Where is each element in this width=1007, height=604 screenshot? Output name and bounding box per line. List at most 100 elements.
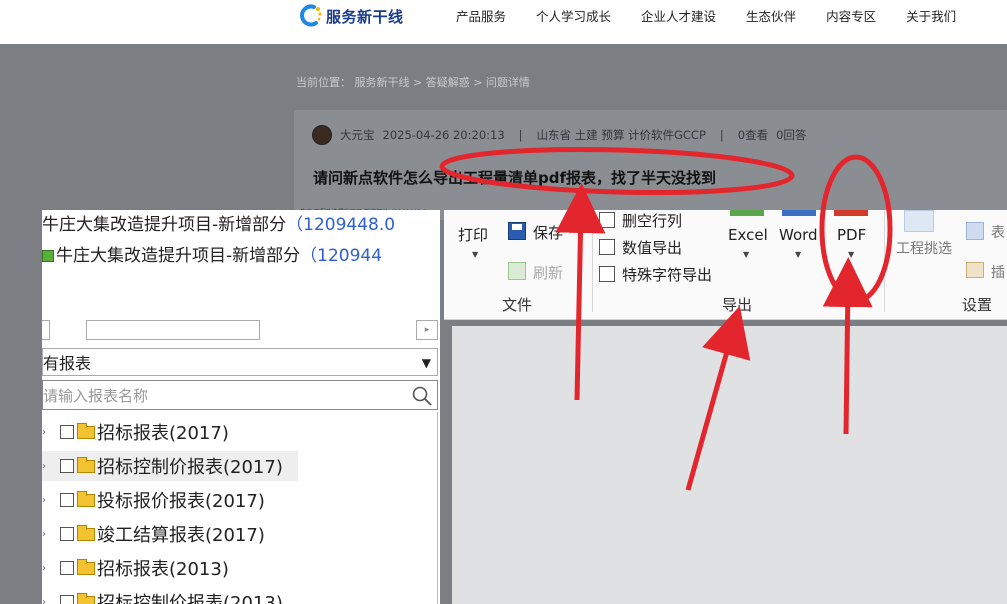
tree-checkbox[interactable] <box>60 493 74 507</box>
refresh-button[interactable]: 刷新 <box>533 262 563 283</box>
numeric-export-label: 数值导出 <box>622 239 683 257</box>
expand-arrow-icon[interactable]: › <box>42 597 56 604</box>
tree-item[interactable]: › 招标控制价报表(2013) <box>42 587 283 604</box>
tree-checkbox[interactable] <box>60 527 74 541</box>
main-menu: 产品服务 个人学习成长 企业人才建设 生态伙伴 内容专区 关于我们 <box>456 0 956 30</box>
project-name: 牛庄大集改造提升项目-新增部分 <box>56 246 301 266</box>
save-icon <box>508 222 526 240</box>
logo-text: 服务新干线 <box>326 7 404 26</box>
project-name-line-2[interactable]: 牛庄大集改造提升项目-新增部分（120944 <box>42 241 382 266</box>
tree-checkbox[interactable] <box>60 561 74 575</box>
answer-count: 0回答 <box>776 128 807 142</box>
export-excel-button[interactable]: Excel <box>728 226 768 244</box>
report-tree: › 招标报表(2017) › 招标控制价报表(2017) › 投标报价报表(2017)… <box>42 412 438 604</box>
meta-separator: | <box>719 128 724 142</box>
scroll-right-button[interactable]: ▸ <box>416 320 438 340</box>
pdf-dropdown-icon[interactable]: ▼ <box>848 250 854 259</box>
project-name-line-1[interactable]: 牛庄大集改造提升项目-新增部分（1209448.0 <box>42 210 395 235</box>
tree-checkbox[interactable] <box>60 459 74 473</box>
pdf-icon <box>834 210 868 216</box>
insert-icon <box>966 262 984 278</box>
tree-item-label: 竣工结算报表(2017) <box>97 525 265 546</box>
post-location-tags: 山东省 土建 预算 计价软件GCCP <box>536 128 706 142</box>
numeric-export-checkbox[interactable] <box>599 239 615 255</box>
delete-empty-rows-checkbox[interactable] <box>599 212 615 228</box>
print-dropdown-icon[interactable]: ▼ <box>472 250 478 259</box>
meta-separator: | <box>518 128 523 142</box>
report-search-input[interactable]: 请输入报表名称 <box>42 380 438 410</box>
expand-arrow-icon[interactable]: › <box>42 427 56 438</box>
nav-item-partners[interactable]: 生态伙伴 <box>746 6 796 25</box>
expand-arrow-icon[interactable]: › <box>42 495 56 506</box>
tree-item[interactable]: › 竣工结算报表(2017) <box>42 519 265 549</box>
post-datetime: 2025-04-26 20:20:13 <box>382 128 505 142</box>
report-filter-dropdown[interactable]: 有报表 ▼ <box>42 348 438 376</box>
group-label-export: 导出 <box>722 296 753 314</box>
group-label-file: 文件 <box>502 296 533 314</box>
tree-item-selected[interactable]: › 招标控制价报表(2017) <box>42 451 298 481</box>
project-code: （1209448.0 <box>286 215 396 235</box>
nav-item-content[interactable]: 内容专区 <box>826 6 876 25</box>
word-icon <box>782 210 816 216</box>
search-placeholder: 请输入报表名称 <box>43 386 149 405</box>
tree-item[interactable]: › 招标报表(2017) <box>42 417 302 447</box>
excel-dropdown-icon[interactable]: ▼ <box>743 250 749 259</box>
export-word-button[interactable]: Word <box>779 226 818 244</box>
question-title: 请问新点软件怎么导出工程量清单pdf报表，找了半天没找到 <box>313 169 717 187</box>
tree-item[interactable]: › 招标报表(2013) <box>42 553 229 583</box>
nav-item-products[interactable]: 产品服务 <box>456 6 506 25</box>
breadcrumb: 当前位置： 服务新干线 > 答疑解惑 > 问题详情 <box>296 76 530 89</box>
table-button[interactable]: 表 <box>991 222 1005 242</box>
ribbon-separator <box>884 210 885 312</box>
ribbon-separator <box>592 210 593 312</box>
search-icon[interactable] <box>411 385 433 407</box>
nav-item-about[interactable]: 关于我们 <box>906 6 956 25</box>
project-name: 牛庄大集改造提升项目-新增部分 <box>42 215 287 235</box>
project-filter-button[interactable]: 工程挑选 <box>896 238 952 258</box>
avatar[interactable] <box>312 125 332 145</box>
folder-icon <box>77 490 95 507</box>
folder-icon <box>77 524 95 541</box>
save-button[interactable]: 保存 <box>533 222 563 243</box>
report-filter-value: 有报表 <box>43 354 92 373</box>
scroll-thumb[interactable] <box>86 320 260 340</box>
refresh-icon <box>508 262 526 280</box>
horizontal-scrollbar[interactable]: ▸ <box>42 320 438 340</box>
ribbon-toolbar: 打印 ▼ 保存 刷新 文件 删空行列 数值导出 特殊字符导出 Excel ▼ W… <box>444 210 1007 320</box>
tree-item-label: 招标控制价报表(2017) <box>97 457 283 478</box>
tree-checkbox[interactable] <box>60 425 74 439</box>
nav-item-personal-learning[interactable]: 个人学习成长 <box>536 6 611 25</box>
scroll-left-button[interactable] <box>42 320 50 340</box>
expand-arrow-icon[interactable]: › <box>42 461 56 472</box>
author-name[interactable]: 大元宝 <box>340 127 375 143</box>
word-dropdown-icon[interactable]: ▼ <box>795 250 801 259</box>
view-count: 0查看 <box>737 128 769 142</box>
tree-item-label: 招标报表(2017) <box>97 423 229 444</box>
logo-icon <box>300 4 322 27</box>
group-label-settings: 设置 <box>962 296 993 314</box>
folder-icon <box>77 592 95 604</box>
expand-arrow-icon[interactable]: › <box>42 563 56 574</box>
folder-icon <box>77 558 95 575</box>
folder-icon <box>77 456 95 473</box>
special-char-export-label: 特殊字符导出 <box>622 266 713 284</box>
project-filter-icon <box>904 210 934 232</box>
excel-icon <box>730 210 764 216</box>
question-meta: 大元宝 2025-04-26 20:20:13 | 山东省 土建 预算 计价软件… <box>312 125 806 145</box>
export-pdf-button[interactable]: PDF <box>837 226 866 244</box>
tree-checkbox[interactable] <box>60 595 74 604</box>
nav-item-enterprise-talent[interactable]: 企业人才建设 <box>641 6 716 25</box>
report-preview-area[interactable] <box>452 326 1007 604</box>
report-tree-panel: 牛庄大集改造提升项目-新增部分（1209448.0 牛庄大集改造提升项目-新增部… <box>42 210 440 604</box>
top-navigation-bar: 服务新干线 产品服务 个人学习成长 企业人才建设 生态伙伴 内容专区 关于我们 <box>0 0 1007 44</box>
insert-button[interactable]: 插 <box>991 262 1005 282</box>
special-char-export-checkbox[interactable] <box>599 266 615 282</box>
tree-item-label: 招标报表(2013) <box>97 559 229 580</box>
tree-item[interactable]: › 投标报价报表(2017) <box>42 485 265 515</box>
site-logo[interactable]: 服务新干线 <box>300 0 404 32</box>
tree-item-label: 招标控制价报表(2013) <box>97 593 283 604</box>
print-button[interactable]: 打印 <box>458 224 488 245</box>
project-icon <box>42 250 54 262</box>
dropdown-arrow-icon: ▼ <box>421 356 431 370</box>
expand-arrow-icon[interactable]: › <box>42 529 56 540</box>
